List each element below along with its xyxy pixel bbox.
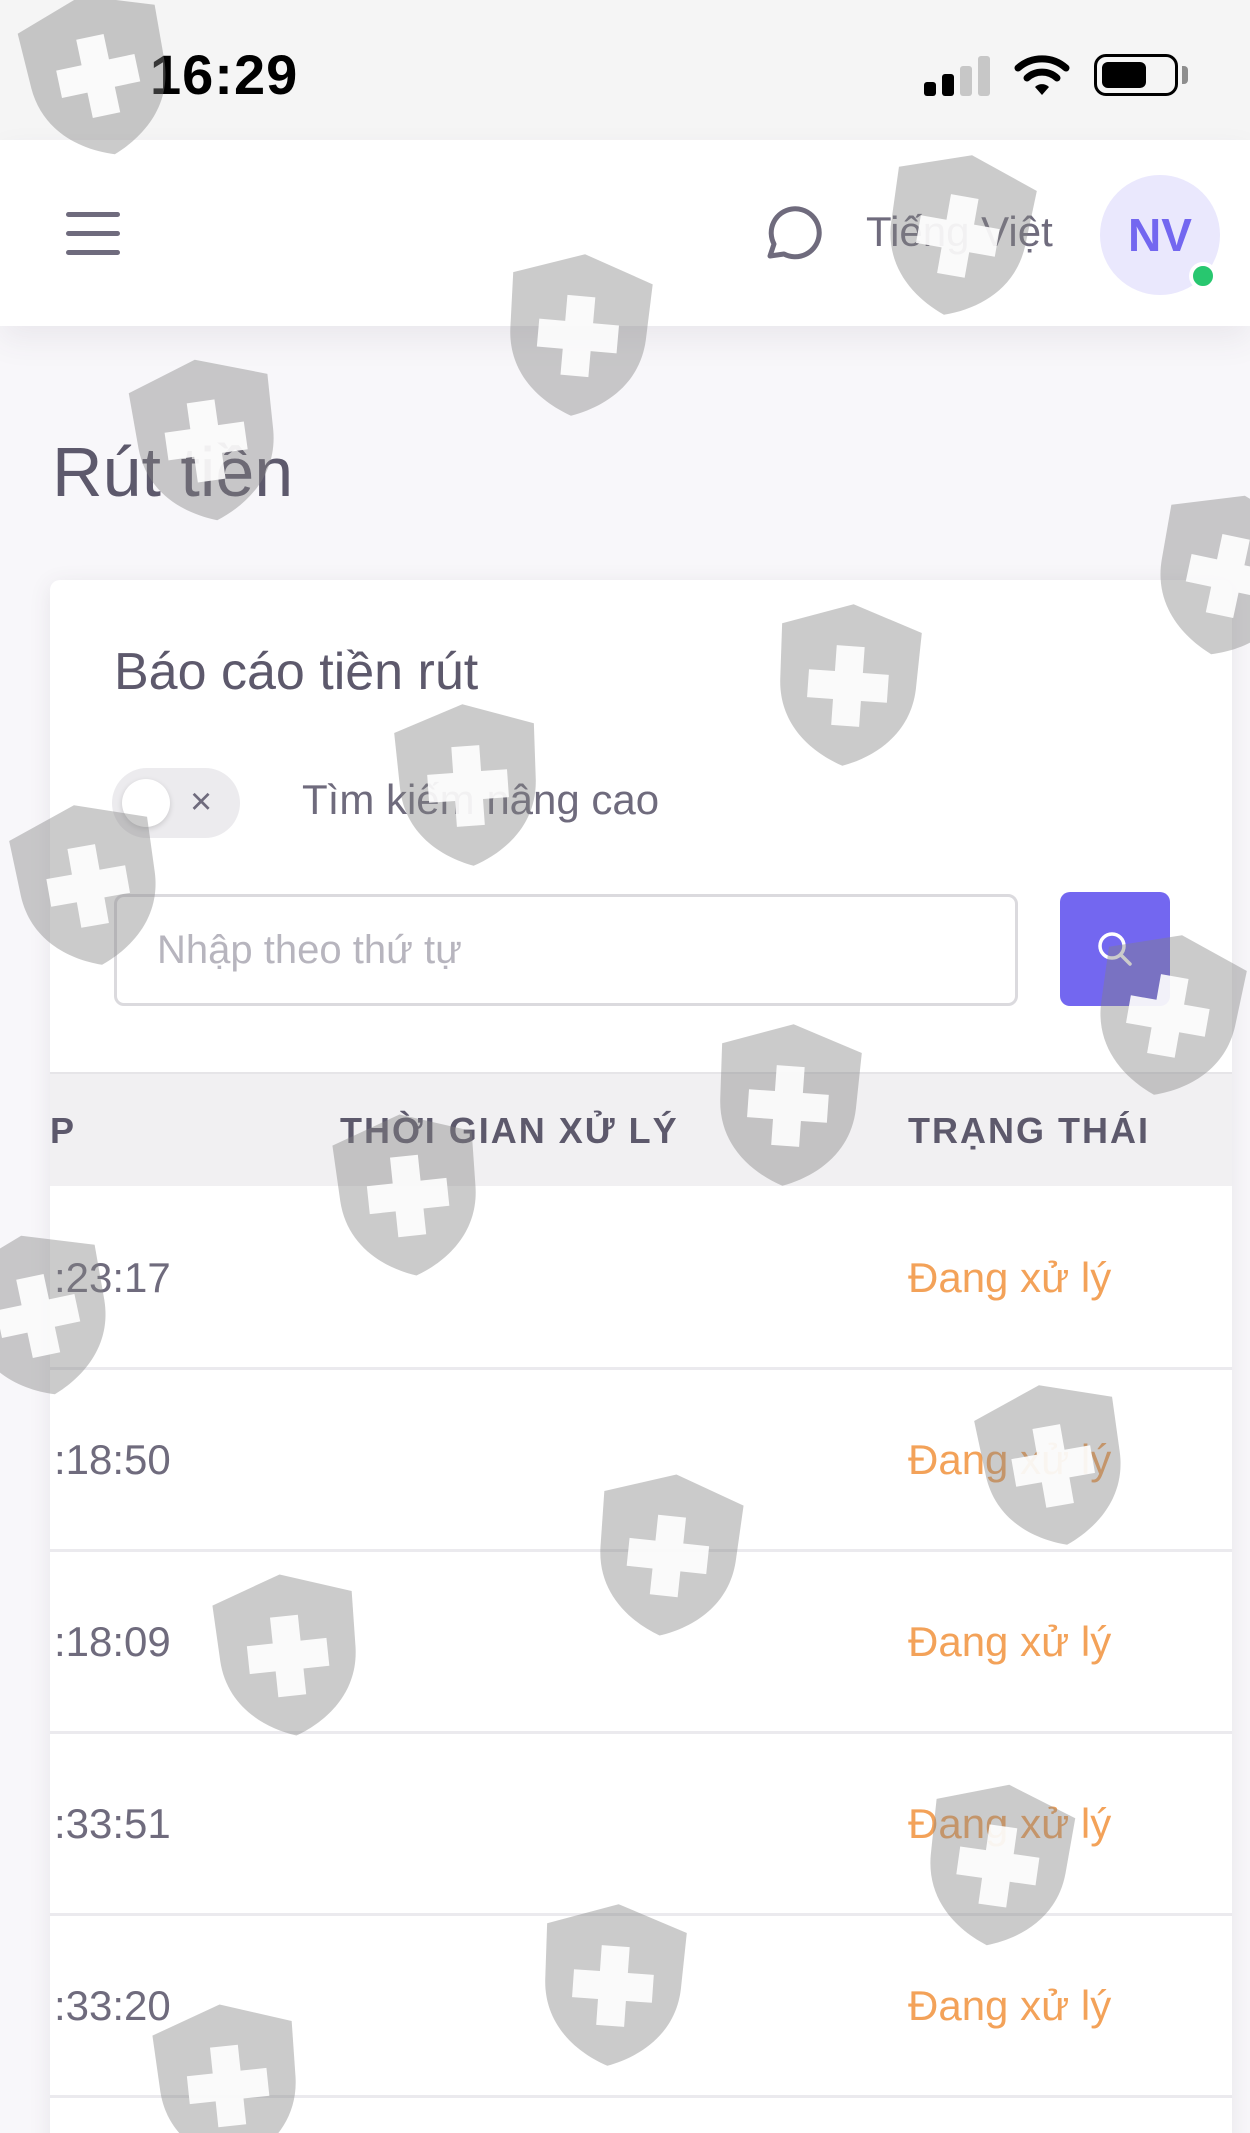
table-header: P THỜI GIAN XỬ LÝ TRẠNG THÁI <box>50 1072 1232 1186</box>
advanced-search-toggle[interactable]: × <box>112 768 240 838</box>
toggle-knob <box>122 779 170 827</box>
status-bar: 16:29 <box>0 0 1250 140</box>
status-badge: Đang xử lý <box>908 1800 1112 1847</box>
row-time: :33:51 <box>54 1800 171 1847</box>
close-icon: × <box>190 781 213 823</box>
withdrawal-report-card: Báo cáo tiền rút × Tìm kiếm nâng cao P T… <box>50 580 1232 2133</box>
wifi-icon <box>1014 55 1070 95</box>
table-row: :23:17 Đang xử lý <box>50 1188 1232 1370</box>
page-title: Rút tiền <box>52 433 294 511</box>
column-header-processing-time[interactable]: THỜI GIAN XỬ LÝ <box>340 1110 679 1152</box>
table-row: :33:20 Đang xử lý <box>50 1916 1232 2098</box>
row-time: :18:50 <box>54 1436 171 1483</box>
status-time: 16:29 <box>150 43 299 106</box>
online-status-dot <box>1189 262 1217 290</box>
battery-cap <box>1182 66 1188 84</box>
app-header: Tiếng Việt NV <box>0 140 1250 326</box>
advanced-search-label: Tìm kiếm nâng cao <box>302 776 660 823</box>
row-time: :33:20 <box>54 1982 171 2029</box>
status-badge: Đang xử lý <box>908 1254 1112 1301</box>
row-time: :23:17 <box>54 1254 171 1301</box>
status-badge: Đang xử lý <box>908 1618 1112 1665</box>
chat-bubble-icon[interactable] <box>762 204 824 266</box>
hamburger-menu-icon[interactable] <box>66 212 122 256</box>
table-row: :18:50 Đang xử lý <box>50 1370 1232 1552</box>
status-badge: Đang xử lý <box>908 1436 1112 1483</box>
search-input[interactable] <box>114 894 1018 1006</box>
table-row: :33:51 Đang xử lý <box>50 1734 1232 1916</box>
signal-icon <box>924 56 990 96</box>
table-row: :18:09 Đang xử lý <box>50 1552 1232 1734</box>
battery-icon <box>1094 54 1178 96</box>
card-title: Báo cáo tiền rút <box>114 643 479 701</box>
language-selector[interactable]: Tiếng Việt <box>866 208 1053 256</box>
column-header-status[interactable]: TRẠNG THÁI <box>908 1110 1150 1152</box>
row-time: :18:09 <box>54 1618 171 1665</box>
column-header-time[interactable]: P <box>50 1110 76 1152</box>
search-button[interactable] <box>1060 892 1170 1006</box>
status-badge: Đang xử lý <box>908 1982 1112 2029</box>
search-icon <box>1098 932 1132 966</box>
